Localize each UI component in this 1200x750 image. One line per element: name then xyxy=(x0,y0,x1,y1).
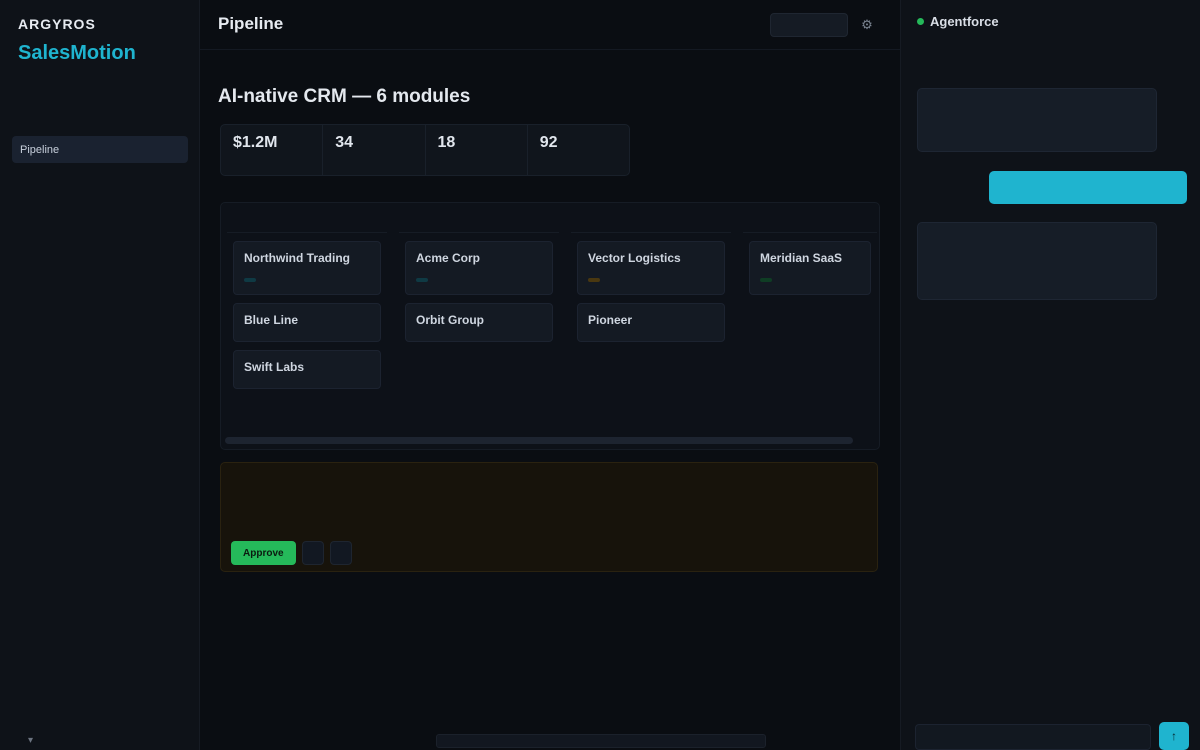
column-header xyxy=(743,203,877,233)
message-input[interactable] xyxy=(915,724,1151,750)
deal-card[interactable]: Meridian SaaS xyxy=(749,241,871,295)
deal-card[interactable]: Swift Labs xyxy=(233,350,381,389)
agent-message xyxy=(917,88,1157,152)
deal-card[interactable]: Vector Logistics xyxy=(577,241,725,295)
stats-strip: $1.2M 34 18 92 xyxy=(220,124,630,176)
pipeline-board: Northwind Trading Blue Line Swift Labs A… xyxy=(220,202,880,450)
brand-product-name: SalesMotion xyxy=(18,42,136,64)
agent-message xyxy=(917,222,1157,300)
sidebar-item-pipeline[interactable]: Pipeline xyxy=(12,136,188,163)
stat-card: 34 xyxy=(322,125,424,175)
deal-card[interactable]: Acme Corp xyxy=(405,241,553,295)
column-header xyxy=(571,203,731,233)
deal-card-title: Pioneer xyxy=(588,313,633,327)
deal-card-tag xyxy=(244,278,256,282)
page-title: Pipeline xyxy=(218,14,284,33)
deal-card-title: Acme Corp xyxy=(416,251,481,265)
sidebar-nav: Pipeline xyxy=(12,136,188,281)
deal-card-title: Northwind Trading xyxy=(244,251,350,265)
deal-card-tag xyxy=(760,278,772,282)
gear-icon[interactable]: ⚙ xyxy=(854,13,880,37)
stat-card: 92 xyxy=(526,125,629,175)
user-message xyxy=(989,171,1187,204)
stat-card: $1.2M xyxy=(221,125,322,175)
agent-panel-title-text: Agentforce xyxy=(930,14,999,29)
topbar-action-button[interactable] xyxy=(770,13,848,37)
topbar: Pipeline ⚙ xyxy=(200,0,900,50)
main-content: Pipeline ⚙ AI-native CRM — 6 modules $1.… xyxy=(200,0,900,750)
deal-card-title: Swift Labs xyxy=(244,360,305,374)
page-headline: AI-native CRM — 6 modules xyxy=(218,86,471,107)
status-bar xyxy=(436,734,766,748)
board-column: Acme Corp Orbit Group xyxy=(399,203,559,433)
deal-card-title: Orbit Group xyxy=(416,313,484,327)
board-column: Northwind Trading Blue Line Swift Labs xyxy=(227,203,387,433)
brand-wordmark: ARGYROS xyxy=(18,16,96,32)
sidebar: ARGYROS SalesMotion Pipeline ▾ xyxy=(0,0,200,750)
stat-value: 34 xyxy=(335,134,354,151)
sidebar-item-4[interactable] xyxy=(12,223,188,250)
arrow-up-icon: ↑ xyxy=(1171,729,1177,743)
column-header xyxy=(227,203,387,233)
deal-card[interactable]: Northwind Trading xyxy=(233,241,381,295)
deal-card[interactable]: Blue Line xyxy=(233,303,381,342)
agent-panel-title: Agentforce xyxy=(917,14,999,29)
stat-value: 18 xyxy=(437,134,456,151)
board-column: Vector Logistics Pioneer xyxy=(571,203,731,433)
deal-card-tag xyxy=(588,278,600,282)
approval-alert: Approve xyxy=(220,462,878,572)
alert-actions: Approve xyxy=(231,541,352,565)
online-status-icon xyxy=(917,18,924,25)
column-header xyxy=(399,203,559,233)
deal-card-tag xyxy=(416,278,428,282)
tertiary-action-button[interactable] xyxy=(329,541,352,565)
stat-value: $1.2M xyxy=(233,134,278,151)
deal-card-title: Vector Logistics xyxy=(588,251,681,265)
board-column: Meridian SaaS xyxy=(743,203,877,433)
stat-card: 18 xyxy=(424,125,527,175)
sidebar-item-label: Pipeline xyxy=(20,143,60,156)
chevron-down-icon: ▾ xyxy=(28,735,34,746)
agent-panel: Agentforce ↑ xyxy=(900,0,1200,750)
deal-card[interactable]: Orbit Group xyxy=(405,303,553,342)
deal-card-title: Meridian SaaS xyxy=(760,251,843,265)
stat-value: 92 xyxy=(539,134,558,151)
sidebar-item-3[interactable] xyxy=(12,194,188,221)
sidebar-footer[interactable]: ▾ xyxy=(18,735,33,746)
sidebar-item-5[interactable] xyxy=(12,252,188,279)
approve-button[interactable]: Approve xyxy=(231,541,296,565)
deal-card[interactable]: Pioneer xyxy=(577,303,725,342)
secondary-action-button[interactable] xyxy=(301,541,324,565)
board-horizontal-scrollbar[interactable] xyxy=(225,437,853,444)
send-button[interactable]: ↑ xyxy=(1159,722,1189,750)
deal-card-title: Blue Line xyxy=(244,313,299,327)
sidebar-item-2[interactable] xyxy=(12,165,188,192)
